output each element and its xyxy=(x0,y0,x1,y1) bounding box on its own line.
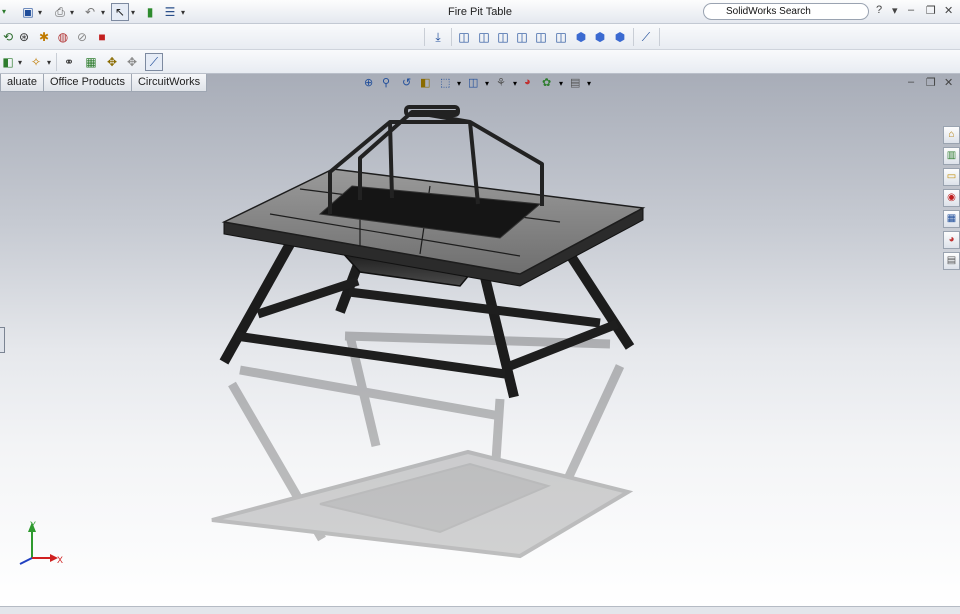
design-library-icon[interactable]: ▥ xyxy=(943,147,960,165)
tab-evaluate[interactable]: aluate xyxy=(0,74,44,92)
display-style-icon[interactable]: ◫ xyxy=(468,76,478,90)
toolbar-row-3: ◧ ▾ ✧ ▾ ⚭ ▦ ✥ ✥ ⟋ xyxy=(0,50,960,74)
new-arrow-icon[interactable]: ▾ xyxy=(2,7,6,16)
triad-x-label: X xyxy=(57,555,63,565)
help-dropdown-icon[interactable]: ▾ xyxy=(892,4,898,17)
task-pane-tabs: ⌂ ▥ ▭ ◉ ▦ ◕ ▤ xyxy=(943,126,960,273)
back-view-icon[interactable]: ◫ xyxy=(476,29,492,45)
view-orientation-icon[interactable]: ⬚ xyxy=(440,76,450,90)
section-view-icon[interactable]: ◧ xyxy=(420,76,430,90)
rotate-component-icon[interactable]: ✥ xyxy=(124,54,140,70)
solidworks-search-input[interactable]: SolidWorks Search xyxy=(703,3,869,20)
triad-y-label: Y xyxy=(30,520,36,530)
view-selector-icon[interactable]: ⟋ xyxy=(638,29,654,45)
feature-icon[interactable]: ✱ xyxy=(36,29,52,45)
trimetric-view-icon[interactable]: ⬢ xyxy=(592,29,608,45)
graphics-viewport[interactable]: X Y xyxy=(0,74,960,606)
options-icon[interactable]: ☰ xyxy=(162,4,178,20)
edit-appearance-icon[interactable]: ◕ xyxy=(524,76,531,90)
table-braces xyxy=(235,276,619,379)
custom-properties-icon[interactable]: ▤ xyxy=(943,252,960,270)
view-settings-icon[interactable]: ▤ xyxy=(570,76,580,90)
command-manager-tabs: aluate Office Products CircuitWorks xyxy=(0,74,208,92)
feature-manager-toggle[interactable] xyxy=(0,327,5,353)
instant3d-icon[interactable]: ⟋ xyxy=(145,53,163,71)
undo-icon[interactable]: ↶ xyxy=(82,4,98,20)
right-view-icon[interactable]: ◫ xyxy=(514,29,530,45)
hide-show-items-icon[interactable]: ⚘ xyxy=(496,76,506,90)
display-style-dropdown-icon[interactable]: ▾ xyxy=(485,79,489,93)
zoom-to-fit-icon[interactable]: ⊕ xyxy=(364,76,373,90)
print-icon[interactable]: ⎙ xyxy=(52,4,68,20)
save-dropdown-icon[interactable]: ▾ xyxy=(38,8,42,17)
explode-icon[interactable]: ⚭ xyxy=(61,54,77,70)
appearance-icon[interactable]: ■ xyxy=(94,29,110,45)
normal-to-icon[interactable]: ⤓ xyxy=(430,29,446,45)
model-reflection xyxy=(211,331,634,559)
file-explorer-icon[interactable]: ▭ xyxy=(943,168,960,186)
zoom-to-area-icon[interactable]: ⚲ xyxy=(382,76,390,90)
restore-icon[interactable]: ❐ xyxy=(926,4,936,17)
smart-fastener-icon[interactable]: ✧ xyxy=(28,54,44,70)
left-view-icon[interactable]: ◫ xyxy=(495,29,511,45)
view-settings-dropdown-icon[interactable]: ▾ xyxy=(587,79,591,93)
appearances-icon[interactable]: ◕ xyxy=(943,231,960,249)
apply-scene-icon[interactable]: ✿ xyxy=(542,76,551,90)
undo-dropdown-icon[interactable]: ▾ xyxy=(101,8,105,17)
viewport-minimize-icon[interactable]: – xyxy=(908,76,914,90)
mate-dropdown-icon[interactable]: ▾ xyxy=(18,58,22,67)
bottom-view-icon[interactable]: ◫ xyxy=(553,29,569,45)
save-icon[interactable]: ▣ xyxy=(20,4,36,20)
solidworks-resources-icon[interactable]: ⌂ xyxy=(943,126,960,144)
reference-triad: X Y xyxy=(19,520,63,565)
title-bar: ▾ ▣ ▾ ⎙ ▾ ↶ ▾ ↖ ▾ ▮ ☰ ▾ Fire Pit Table ⚲… xyxy=(0,0,960,24)
assembly-icon[interactable]: ◍ xyxy=(55,29,71,45)
front-view-icon[interactable]: ◫ xyxy=(456,29,472,45)
view-palette-icon[interactable]: ▦ xyxy=(943,210,960,228)
dimetric-view-icon[interactable]: ⬢ xyxy=(612,29,628,45)
mate-icon[interactable]: ◧ xyxy=(0,54,16,70)
select-icon[interactable]: ↖ xyxy=(111,3,129,21)
viewport-restore-icon[interactable]: ❐ xyxy=(926,76,936,90)
rebuild-icon[interactable]: ▮ xyxy=(142,4,158,20)
options-dropdown-icon[interactable]: ▾ xyxy=(181,8,185,17)
minimize-icon[interactable]: – xyxy=(908,4,914,16)
viewport-close-icon[interactable]: ✕ xyxy=(944,76,953,90)
move-component-icon[interactable]: ✥ xyxy=(104,54,120,70)
help-icon[interactable]: ? xyxy=(876,4,882,16)
previous-view-icon[interactable]: ↺ xyxy=(402,76,411,90)
bom-icon[interactable]: ▦ xyxy=(83,54,99,70)
apply-scene-dropdown-icon[interactable]: ▾ xyxy=(559,79,563,93)
check-icon[interactable]: ⊘ xyxy=(74,29,90,45)
evaluate-icon[interactable]: ⊛ xyxy=(16,29,32,45)
top-view-icon[interactable]: ◫ xyxy=(533,29,549,45)
search-results-icon[interactable]: ◉ xyxy=(943,189,960,207)
print-dropdown-icon[interactable]: ▾ xyxy=(70,8,74,17)
tab-office-products[interactable]: Office Products xyxy=(42,74,132,92)
fire-pit-model: X Y xyxy=(19,105,646,565)
isometric-view-icon[interactable]: ⬢ xyxy=(573,29,589,45)
hide-show-dropdown-icon[interactable]: ▾ xyxy=(513,79,517,93)
view-orientation-dropdown-icon[interactable]: ▾ xyxy=(457,79,461,93)
sketch-icon[interactable]: ⟲ xyxy=(0,29,16,45)
select-dropdown-icon[interactable]: ▾ xyxy=(131,8,135,17)
toolbar-row-2: ⟲ ⊛ ✱ ◍ ⊘ ■ ⤓ ◫ ◫ ◫ ◫ ◫ ◫ ⬢ ⬢ ⬢ ⟋ xyxy=(0,24,960,50)
close-icon[interactable]: ✕ xyxy=(944,4,953,17)
smart-fastener-dropdown-icon[interactable]: ▾ xyxy=(47,58,51,67)
tab-circuitworks[interactable]: CircuitWorks xyxy=(130,74,208,92)
